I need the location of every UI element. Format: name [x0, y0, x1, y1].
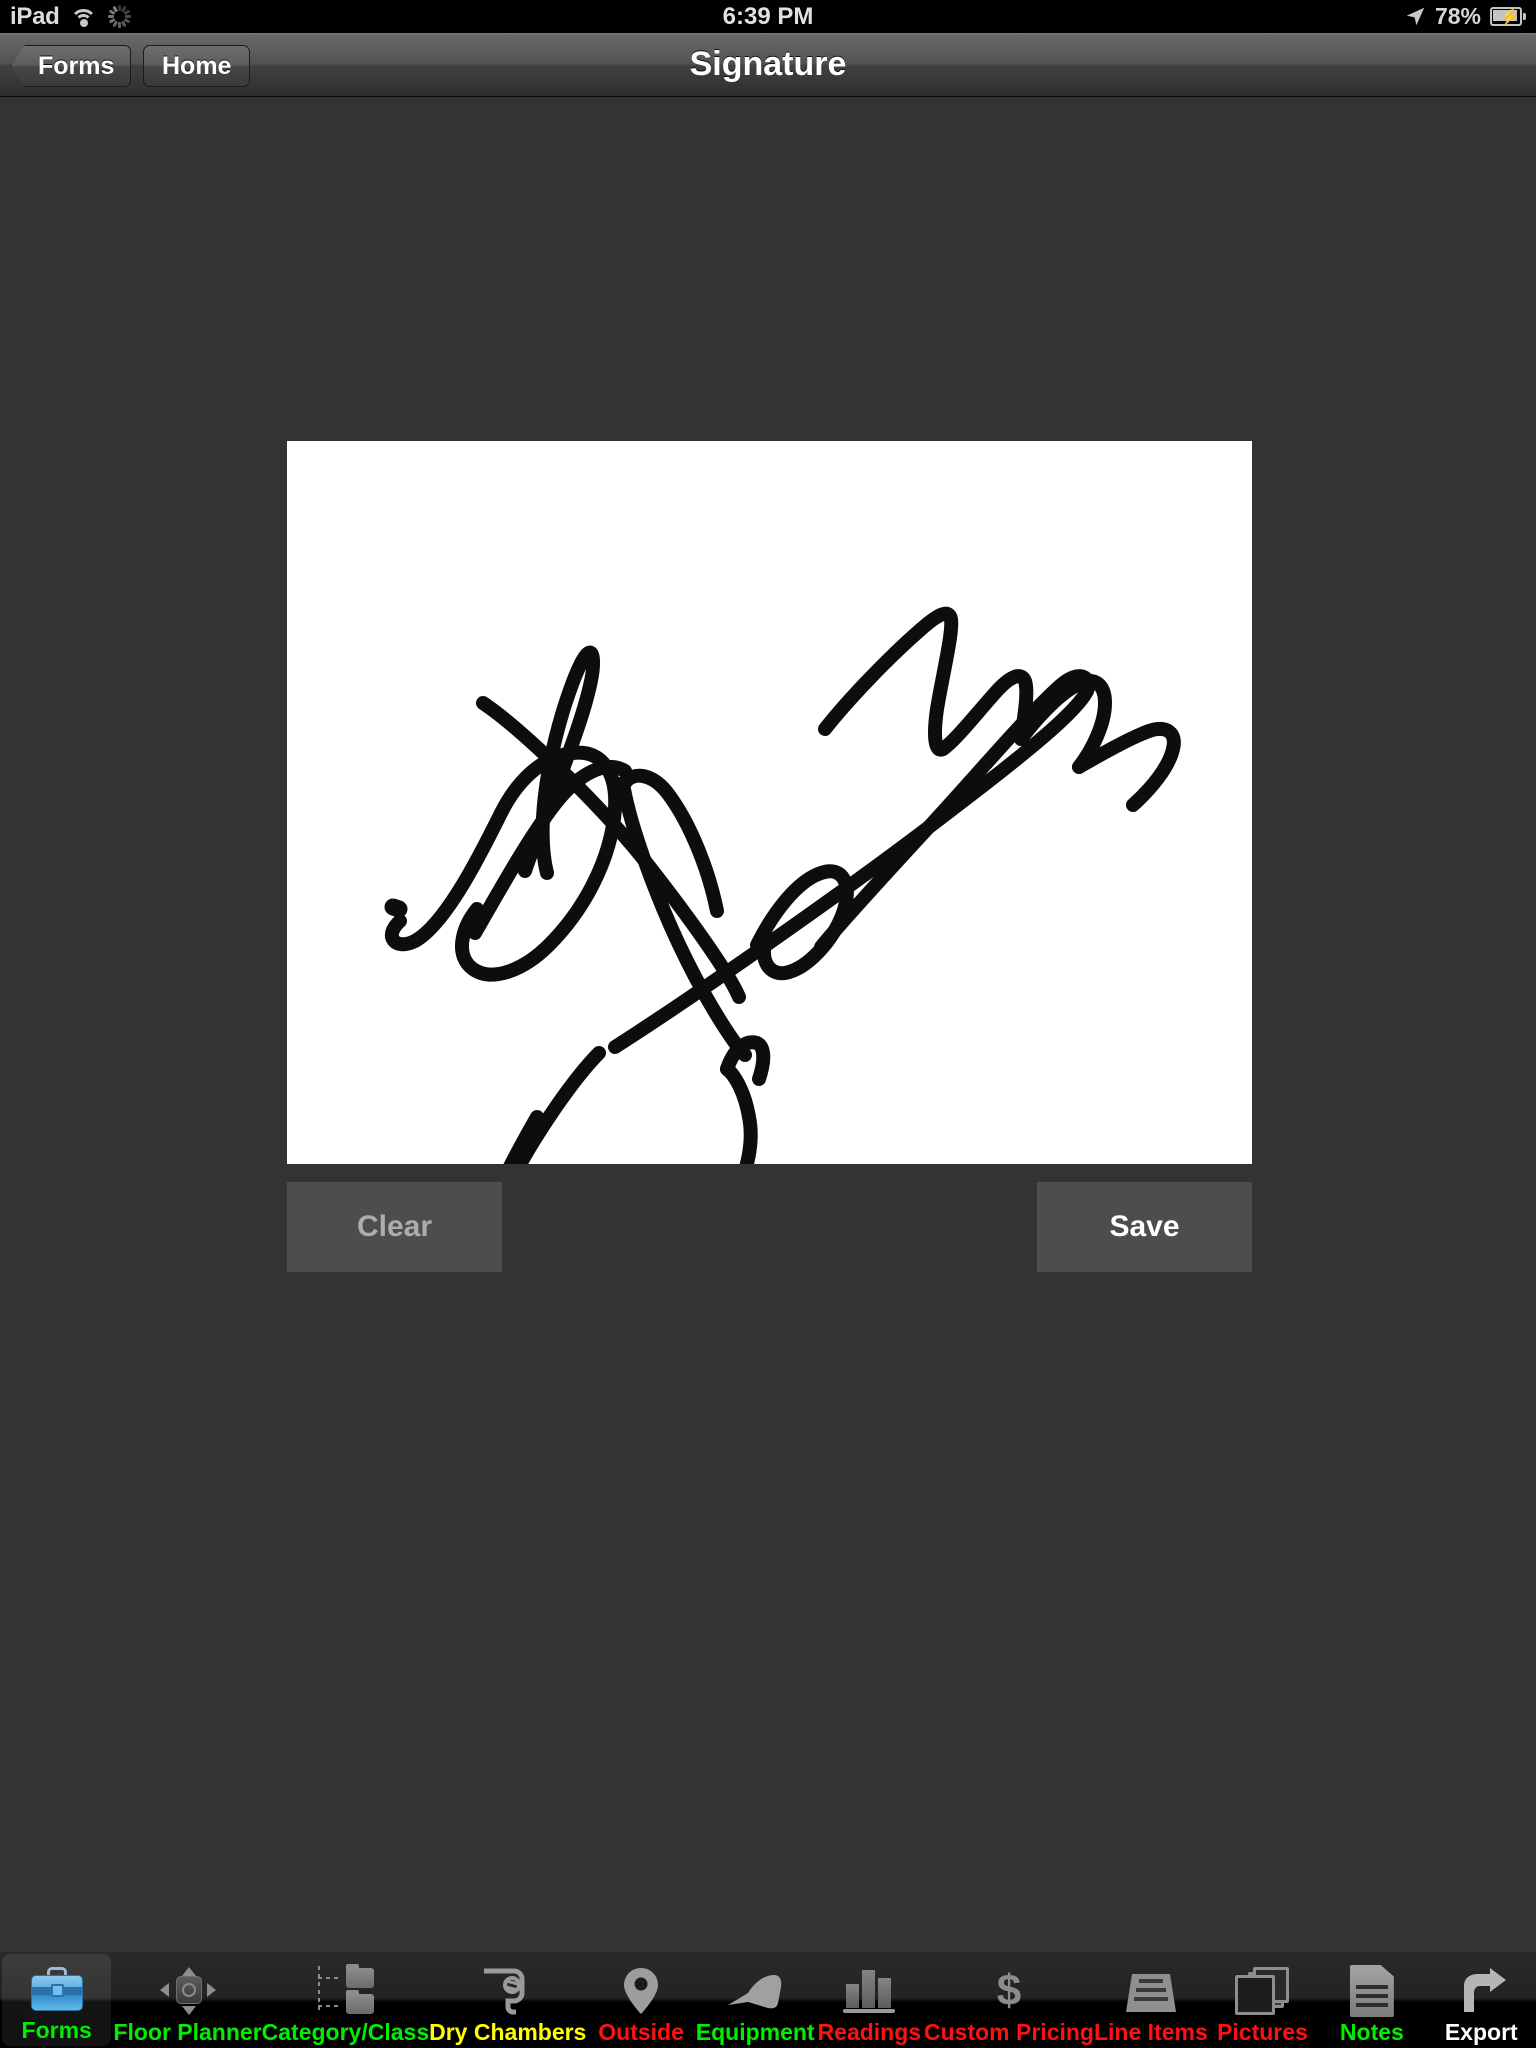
main-content: Clear Save: [0, 97, 1536, 1952]
tab-label: Category/Class: [261, 2019, 430, 2045]
map-pin-icon: [623, 1966, 659, 2016]
tab-label: Forms: [21, 2017, 92, 2043]
photos-icon: [1235, 1967, 1290, 2015]
briefcase-icon: [30, 1967, 83, 2011]
tab-readings[interactable]: Readings: [815, 1952, 924, 2048]
clear-button[interactable]: Clear: [287, 1182, 502, 1272]
page-title: Signature: [689, 45, 847, 83]
tab-icon-wrapper: [429, 1963, 586, 2019]
tab-floor-planner[interactable]: Floor Planner: [113, 1952, 262, 2048]
tab-icon-wrapper: [2, 1961, 111, 2017]
tab-label: Pictures: [1217, 2019, 1308, 2045]
tab-icon-wrapper: [1427, 1963, 1536, 2019]
tab-icon-wrapper: [1317, 1963, 1426, 2019]
signature-drawing-canvas[interactable]: [287, 441, 1252, 1164]
tab-forms[interactable]: Forms: [2, 1954, 112, 2046]
tab-label: Floor Planner: [113, 2019, 262, 2045]
tab-equipment[interactable]: Equipment: [696, 1952, 815, 2048]
tab-dry-chambers[interactable]: Dry Chambers: [429, 1952, 586, 2048]
dollar-icon: $: [996, 1966, 1022, 2015]
bottom-tab-bar: Forms Floor Planner Category/Class Dry Cham…: [0, 1952, 1536, 2048]
navigation-bar: Forms Home Signature: [0, 33, 1536, 97]
tab-icon-wrapper: [815, 1963, 924, 2019]
location-arrow-icon: [1406, 7, 1425, 26]
tab-category-class[interactable]: Category/Class: [262, 1952, 429, 2048]
status-bar-right: 78% ⚡: [1405, 0, 1526, 33]
tab-label: Notes: [1339, 2019, 1404, 2045]
status-bar-clock: 6:39 PM: [722, 3, 814, 30]
tab-label: Export: [1444, 2019, 1518, 2045]
tray-icon: [1124, 1968, 1178, 2014]
export-arrow-icon: [1456, 1968, 1507, 2014]
tab-label: Outside: [598, 2019, 684, 2045]
tab-label: Readings: [817, 2019, 922, 2045]
tab-label: Dry Chambers: [429, 2019, 587, 2045]
save-button[interactable]: Save: [1037, 1182, 1252, 1272]
tab-label: Equipment: [695, 2019, 815, 2045]
tab-icon-wrapper: $: [924, 1963, 1094, 2019]
blower-icon: [480, 1967, 536, 2015]
tab-line-items[interactable]: Line Items: [1094, 1952, 1208, 2048]
bar-chart-icon: [843, 1969, 896, 2013]
tab-icon-wrapper: [262, 1963, 429, 2019]
tab-label: Custom Pricing: [924, 2019, 1094, 2045]
tab-icon-wrapper: [696, 1963, 815, 2019]
battery-charging-icon: ⚡: [1490, 7, 1526, 26]
tab-pictures[interactable]: Pictures: [1208, 1952, 1317, 2048]
folder-tree-icon: [316, 1964, 375, 2016]
status-bar: iPad 6:39 PM 78% ⚡: [0, 0, 1536, 33]
battery-percent-label: 78%: [1434, 3, 1481, 29]
tab-outside[interactable]: Outside: [586, 1952, 695, 2048]
tab-icon-wrapper: [1094, 1963, 1208, 2019]
signature-ink: [384, 606, 1181, 1164]
tab-icon-wrapper: [113, 1963, 261, 2019]
tab-icon-wrapper: [586, 1963, 695, 2019]
drill-icon: [726, 1971, 784, 2011]
tab-icon-wrapper: [1208, 1963, 1317, 2019]
dpad-icon: [159, 1967, 216, 2015]
tab-export[interactable]: Export: [1427, 1952, 1536, 2048]
document-icon: [1349, 1965, 1394, 2017]
tab-label: Line Items: [1093, 2019, 1208, 2045]
tab-notes[interactable]: Notes: [1317, 1952, 1426, 2048]
tab-custom-pricing[interactable]: $ Custom Pricing: [924, 1952, 1094, 2048]
